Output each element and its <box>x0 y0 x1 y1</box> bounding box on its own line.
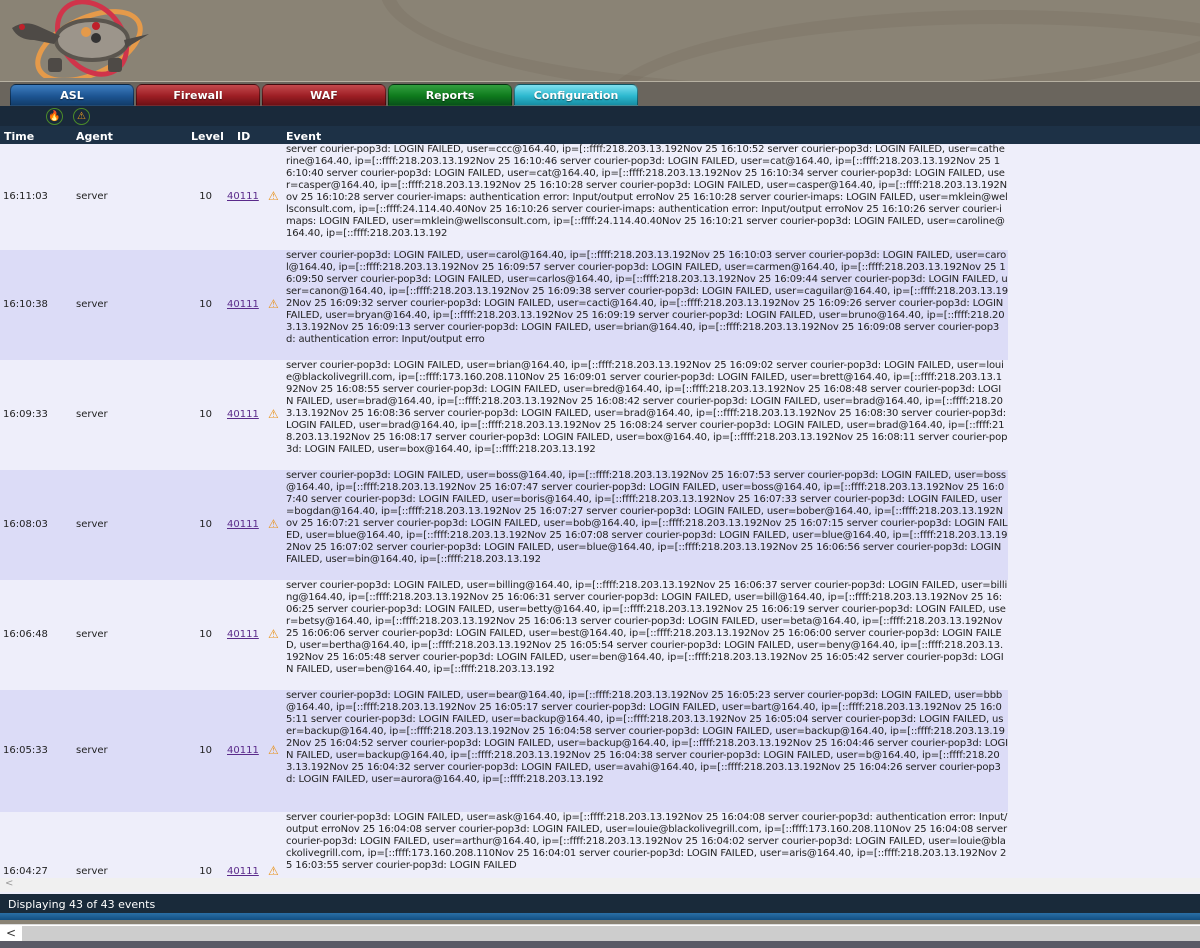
column-header-agent[interactable]: Agent <box>76 130 113 143</box>
event-time: 16:06:48 <box>3 629 48 640</box>
event-text: server courier-pop3d: LOGIN FAILED, user… <box>286 250 1008 345</box>
table-row[interactable]: 16:06:48 server 10 40111 ⚠ server courier-pop… <box>0 580 1008 690</box>
event-level: 10 <box>199 629 212 640</box>
table-row[interactable]: 16:08:03 server 10 40111 ⚠ server courier-pop… <box>0 470 1008 580</box>
event-agent: server <box>76 409 108 420</box>
event-time: 16:08:03 <box>3 519 48 530</box>
scroll-left-button[interactable]: < <box>0 925 22 942</box>
event-agent: server <box>76 191 108 202</box>
tab-waf[interactable]: WAF <box>262 84 386 106</box>
event-text: server courier-pop3d: LOGIN FAILED, user… <box>286 690 1008 785</box>
tab-reports[interactable]: Reports <box>388 84 512 106</box>
event-level: 10 <box>199 299 212 310</box>
event-text: server courier-pop3d: LOGIN FAILED, user… <box>286 144 1008 239</box>
app-header <box>0 0 1200 82</box>
event-text: server courier-pop3d: LOGIN FAILED, user… <box>286 470 1008 565</box>
warning-icon: ⚠ <box>268 864 279 878</box>
table-horizontal-scrollbar[interactable]: < <box>0 878 1200 892</box>
event-text: server courier-pop3d: LOGIN FAILED, user… <box>286 580 1008 675</box>
event-level: 10 <box>199 191 212 202</box>
warning-icon: ⚠ <box>268 627 279 641</box>
event-agent: server <box>76 519 108 530</box>
event-level: 10 <box>199 409 212 420</box>
turtle-logo <box>12 0 149 78</box>
table-row[interactable]: 16:09:33 server 10 40111 ⚠ server courier-pop… <box>0 360 1008 470</box>
footer <box>0 941 1200 948</box>
event-time: 16:04:27 <box>3 866 48 877</box>
event-agent: server <box>76 866 108 877</box>
table-row[interactable]: 16:11:03 server 10 40111 ⚠ server courier-pop… <box>0 144 1008 250</box>
scroll-left-arrow[interactable]: < <box>5 878 13 889</box>
warning-icon: ⚠ <box>268 517 279 531</box>
tab-firewall[interactable]: Firewall <box>136 84 260 106</box>
column-header-level[interactable]: Level <box>191 130 224 143</box>
rule-id-link[interactable]: 40111 <box>227 299 259 310</box>
event-agent: server <box>76 299 108 310</box>
warning-icon: ⚠ <box>268 407 279 421</box>
event-time: 16:10:38 <box>3 299 48 310</box>
rule-id-link[interactable]: 40111 <box>227 519 259 530</box>
rule-id-link[interactable]: 40111 <box>227 191 259 202</box>
rule-id-link[interactable]: 40111 <box>227 745 259 756</box>
events-table: 16:11:03 server 10 40111 ⚠ server courier-pop… <box>0 144 1200 878</box>
table-row[interactable]: 16:05:33 server 10 40111 ⚠ server courier-pop… <box>0 690 1008 812</box>
warning-icon: ⚠ <box>268 297 279 311</box>
main-nav: ASL Firewall WAF Reports Configuration <box>0 82 1200 106</box>
event-count-status: Displaying 43 of 43 events <box>8 898 156 911</box>
column-header-id[interactable]: ID <box>237 130 250 143</box>
event-level: 10 <box>199 745 212 756</box>
event-level: 10 <box>199 866 212 877</box>
tab-asl[interactable]: ASL <box>10 84 134 106</box>
column-header-time[interactable]: Time <box>4 130 34 143</box>
event-text: server courier-pop3d: LOGIN FAILED, user… <box>286 360 1008 455</box>
toolbar: 🔥 ⚠ <box>0 106 1200 126</box>
status-bar: Displaying 43 of 43 events <box>0 894 1200 913</box>
footer-divider <box>0 913 1200 920</box>
table-row[interactable]: 16:10:38 server 10 40111 ⚠ server courier-pop… <box>0 250 1008 360</box>
event-agent: server <box>76 745 108 756</box>
event-time: 16:09:33 <box>3 409 48 420</box>
event-level: 10 <box>199 519 212 530</box>
scrollbar-track[interactable] <box>22 926 1200 941</box>
event-time: 16:11:03 <box>3 191 48 202</box>
page-horizontal-scrollbar[interactable]: < <box>0 924 1200 941</box>
event-agent: server <box>76 629 108 640</box>
table-header: Time Agent Level ID Event <box>0 126 1200 144</box>
fire-icon[interactable]: 🔥 <box>46 108 63 125</box>
tab-configuration[interactable]: Configuration <box>514 84 638 106</box>
warning-icon: ⚠ <box>268 189 279 203</box>
rule-id-link[interactable]: 40111 <box>227 866 259 877</box>
alert-icon[interactable]: ⚠ <box>73 108 90 125</box>
rule-id-link[interactable]: 40111 <box>227 409 259 420</box>
event-time: 16:05:33 <box>3 745 48 756</box>
warning-icon: ⚠ <box>268 743 279 757</box>
column-header-event[interactable]: Event <box>286 130 321 143</box>
rule-id-link[interactable]: 40111 <box>227 629 259 640</box>
event-text: server courier-pop3d: LOGIN FAILED, user… <box>286 812 1008 871</box>
table-row[interactable]: 16:04:27 server 10 40111 ⚠ server courier-pop… <box>0 812 1008 878</box>
